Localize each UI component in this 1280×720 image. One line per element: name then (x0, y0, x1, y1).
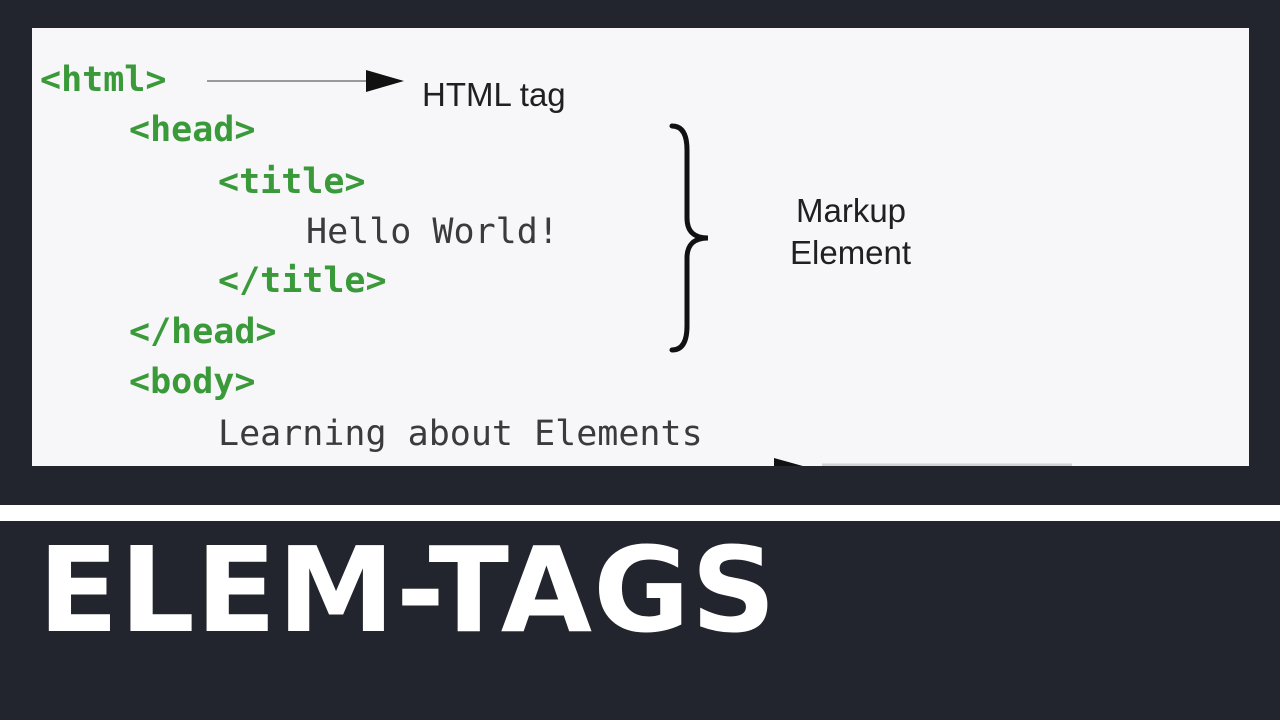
partial-arrow-icon (774, 458, 803, 466)
code-diagram-panel: <html> <head> <title> Hello World! </tit… (32, 28, 1249, 466)
arrow-head-icon (366, 70, 404, 92)
divider-bar (0, 505, 1280, 521)
banner-title: ELEM-TAGS (38, 521, 777, 659)
diagram-overlay (207, 70, 1072, 466)
curly-brace-icon (669, 123, 709, 353)
